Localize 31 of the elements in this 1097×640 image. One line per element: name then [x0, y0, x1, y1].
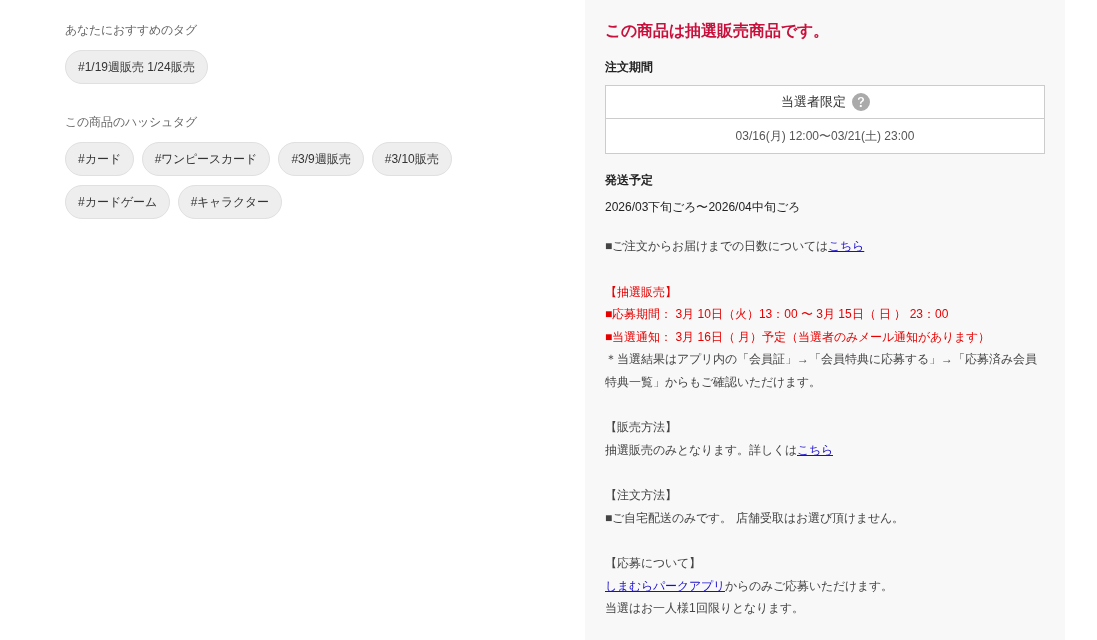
order-period-text: 03/16(月) 12:00〜03/21(土) 23:00 [735, 128, 915, 145]
tag-chip[interactable]: #3/10販売 [371, 142, 452, 176]
section-heading: 注文期間 [605, 59, 653, 76]
tag-chip[interactable]: #1/19週販売 1/24販売 [65, 50, 208, 84]
panel-title: この商品は抽選販売商品です。 [605, 21, 829, 41]
section-heading: あなたにおすすめのタグ [65, 22, 197, 39]
note-text: ■ご自宅配送のみです。 店舗受取はお選び頂けません。 [605, 509, 904, 527]
shipping-date: 2026/03下旬ごろ〜2026/04中旬ごろ [605, 199, 800, 216]
note-text: 当選はお一人様1回限りとなります。 [605, 600, 804, 617]
tag-chip[interactable]: #ワンピースカード [141, 142, 271, 176]
text-link[interactable]: こちら [828, 239, 865, 253]
text-link[interactable]: こちら [797, 442, 833, 457]
note-text: 抽選販売のみとなります。詳しくはこちら [605, 441, 833, 459]
tag-chip[interactable]: #3/9週販売 [278, 142, 364, 176]
note-text: ■ご注文からお届けまでの日数についてはこちら [605, 238, 865, 255]
section-heading: 発送予定 [605, 172, 653, 189]
note-text: 【注文方法】 [605, 487, 677, 504]
winners-only-label: 当選者限定 [780, 93, 846, 112]
text-link[interactable]: しまむらパークアプリ [605, 578, 725, 593]
tag-chip[interactable]: #カード [65, 142, 134, 176]
note-text: 【販売方法】 [605, 419, 677, 436]
note-text: 【抽選販売】 [605, 283, 677, 301]
section-heading: この商品のハッシュタグ [65, 114, 197, 131]
note-text: 【応募について】 [605, 555, 701, 572]
help-icon[interactable] [851, 93, 870, 111]
note-text: ＊当選結果はアプリ内の「会員証」→「会員特典に応募する」→「応募済み会員特典一覧」からもご確認いただけます。 [605, 351, 1038, 391]
tag-chip[interactable]: #キャラクター [177, 185, 283, 219]
tag-chip[interactable]: #カードゲーム [65, 185, 170, 219]
note-text: しまむらパークアプリ からのみご応募いただけます。 [605, 577, 893, 595]
note-text: ■応募期間： 3月 10日（火）13：00 〜 3月 15日（ 日 ） 23：00 [605, 306, 949, 323]
note-text: ■当選通知： 3月 16日（ 月）予定（当選者のみメール通知があります） [605, 328, 991, 346]
